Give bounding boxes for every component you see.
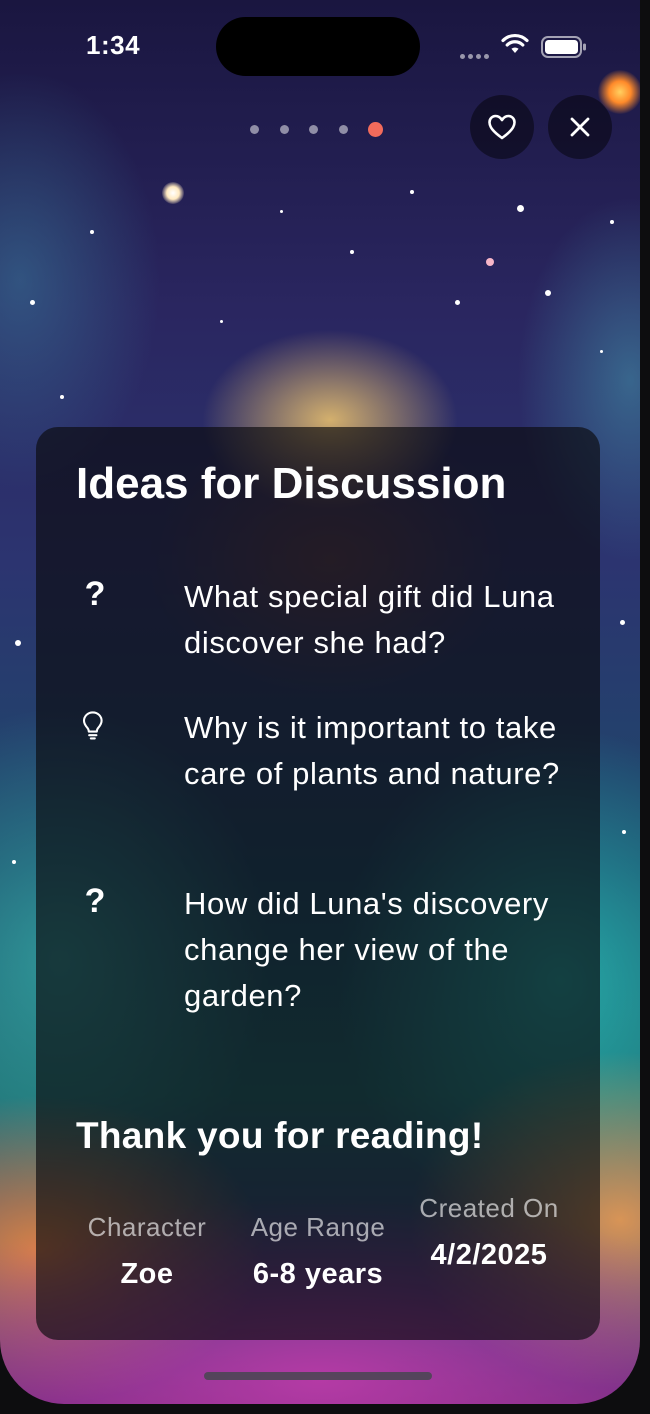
question-text: What special gift did Luna discover she … <box>184 579 555 660</box>
star <box>600 350 603 353</box>
discussion-card: Ideas for Discussion ? What special gift… <box>36 427 600 1340</box>
wifi-icon <box>501 33 529 53</box>
star <box>280 210 283 213</box>
question-text: Why is it important to take care of plan… <box>184 710 560 791</box>
meta-label: Character <box>87 1212 207 1242</box>
status-bar: 1:34 <box>0 0 640 90</box>
device-frame: 1:34 Ideas for Discussion ? What special… <box>0 0 650 1414</box>
thank-you-heading: Thank you for reading! <box>76 1115 484 1156</box>
star <box>220 320 223 323</box>
page-dot[interactable] <box>339 125 348 134</box>
lightbulb-icon <box>82 711 103 740</box>
favorite-button[interactable] <box>470 95 534 159</box>
dynamic-island <box>216 17 420 76</box>
close-icon <box>570 117 590 137</box>
meta-value: 4/2/2025 <box>430 1239 548 1271</box>
star <box>610 220 614 224</box>
star <box>12 860 16 864</box>
question-text: How did Luna's discovery change her view… <box>184 886 549 1013</box>
meta-age-range: Age Range 6-8 years <box>240 1208 396 1294</box>
home-indicator[interactable] <box>204 1372 432 1380</box>
star <box>486 258 494 266</box>
page-dot[interactable] <box>280 125 289 134</box>
star <box>545 290 551 296</box>
star <box>60 395 64 399</box>
page-dot[interactable] <box>250 125 259 134</box>
battery-icon <box>541 36 586 58</box>
meta-value: Zoe <box>120 1258 174 1290</box>
heart-icon <box>488 114 516 140</box>
star <box>30 300 35 305</box>
star <box>410 190 414 194</box>
meta-value: 6-8 years <box>252 1258 384 1290</box>
star <box>15 640 21 646</box>
star <box>350 250 354 254</box>
close-button[interactable] <box>548 95 612 159</box>
page-dot-active[interactable] <box>368 122 383 137</box>
star <box>90 230 94 234</box>
star <box>455 300 460 305</box>
question-mark-icon: ? <box>84 882 106 920</box>
meta-character: Character Zoe <box>76 1208 218 1294</box>
meta-label: Age Range <box>250 1212 386 1242</box>
question-mark-icon: ? <box>84 575 106 613</box>
star <box>620 620 625 625</box>
cellular-signal-icon <box>460 46 492 64</box>
star <box>162 182 184 204</box>
meta-created-on: Created On 4/2/2025 <box>414 1189 564 1275</box>
card-title: Ideas for Discussion <box>76 459 507 508</box>
star <box>517 205 524 212</box>
star <box>622 830 626 834</box>
meta-label: Created On <box>419 1193 559 1223</box>
story-page-background: 1:34 Ideas for Discussion ? What special… <box>0 0 640 1404</box>
page-dot[interactable] <box>309 125 318 134</box>
status-time: 1:34 <box>86 30 141 60</box>
